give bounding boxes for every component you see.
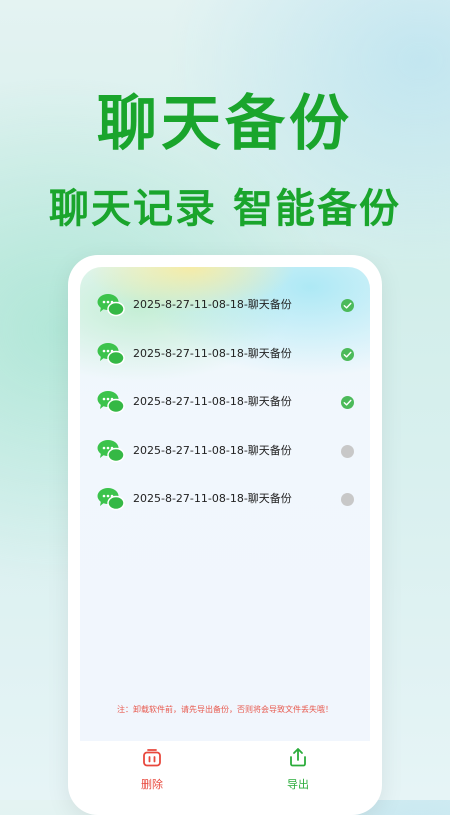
backup-item-label: 2025-8-27-11-08-18-聊天备份 — [133, 395, 292, 408]
delete-button[interactable]: 删除 — [122, 746, 182, 792]
unchecked-circle-icon[interactable] — [341, 444, 354, 458]
check-circle-icon[interactable] — [341, 347, 354, 361]
chat-bubble-icon — [97, 391, 125, 414]
backup-item-label: 2025-8-27-11-08-18-聊天备份 — [133, 346, 292, 360]
uninstall-notice: 注：卸载软件前，请先导出备份，否则将会导致文件丢失哦！ — [117, 705, 333, 714]
backup-item[interactable]: 2025-8-27-11-08-18-聊天备份 — [80, 330, 370, 379]
export-button[interactable]: 导出 — [268, 746, 328, 792]
phone-screen: 2025-8-27-11-08-18-聊天备份 2025-8-27-11-08-… — [80, 267, 370, 741]
hero-title: 聊天备份 — [97, 89, 353, 159]
backup-item[interactable]: 2025-8-27-11-08-18-聊天备份 — [80, 427, 370, 476]
check-circle-icon[interactable] — [341, 299, 354, 312]
trash-icon — [143, 749, 161, 767]
chat-bubble-icon — [97, 294, 125, 317]
delete-label: 删除 — [141, 778, 163, 791]
backup-item-label: 2025-8-27-11-08-18-聊天备份 — [133, 443, 292, 457]
check-circle-icon[interactable] — [341, 396, 354, 409]
backup-item[interactable]: 2025-8-27-11-08-18-聊天备份 — [80, 281, 370, 330]
backup-item[interactable]: 2025-8-27-11-08-18-聊天备份 — [80, 378, 370, 427]
backup-list: 2025-8-27-11-08-18-聊天备份 2025-8-27-11-08-… — [80, 281, 370, 524]
chat-bubble-icon — [97, 342, 125, 365]
backup-item-label: 2025-8-27-11-08-18-聊天备份 — [133, 298, 292, 311]
chat-bubble-icon — [97, 488, 125, 511]
bottom-action-bar: 删除 导出 — [80, 741, 370, 800]
backup-item-label: 2025-8-27-11-08-18-聊天备份 — [133, 492, 292, 505]
chat-bubble-icon — [97, 439, 125, 462]
hero-subtitle: 聊天记录 智能备份 — [49, 186, 401, 232]
backup-item[interactable]: 2025-8-27-11-08-18-聊天备份 — [80, 475, 370, 524]
unchecked-circle-icon[interactable] — [341, 493, 354, 506]
share-upload-icon — [290, 748, 306, 767]
export-label: 导出 — [287, 778, 309, 791]
